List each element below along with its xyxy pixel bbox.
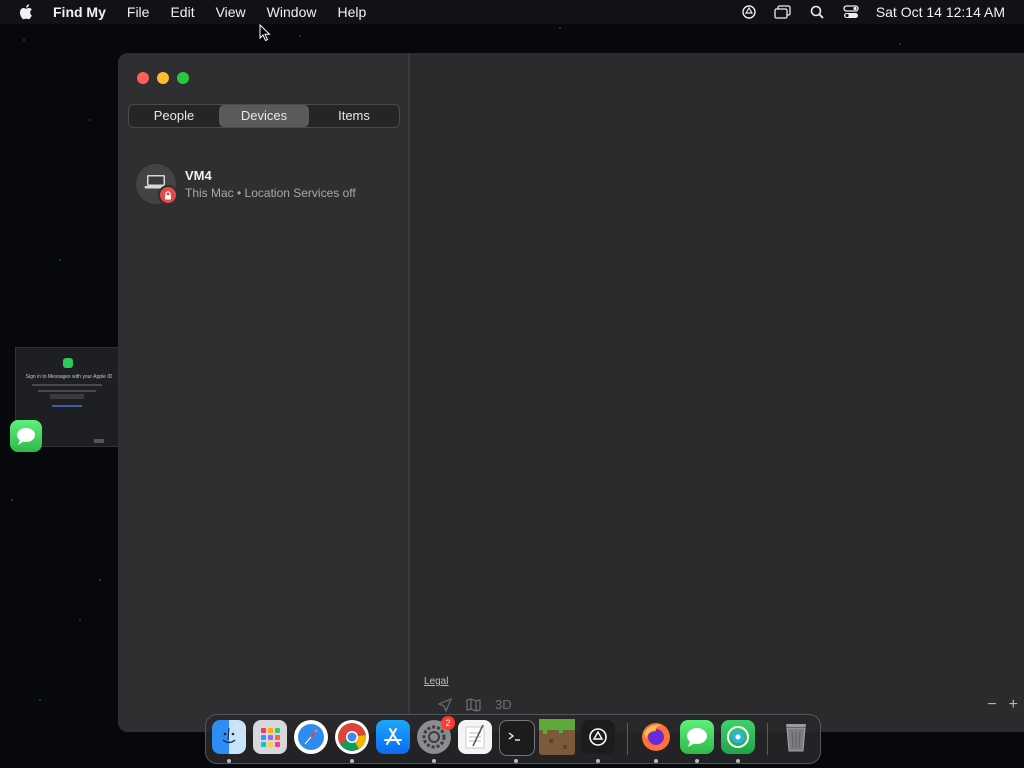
zoom-window-button[interactable] [177,72,189,84]
safari-icon[interactable] [294,720,328,754]
device-list-item[interactable]: VM4 This Mac • Location Services off [136,163,396,205]
thumb-button [94,439,104,443]
thumb-text-line [38,390,96,392]
chrome-running-indicator [350,759,354,763]
tab-devices[interactable]: Devices [219,105,309,127]
messages-dock-icon[interactable] [680,720,714,754]
terminal-icon[interactable] [499,720,535,756]
spotlight-search-icon[interactable] [808,4,826,20]
menu-help[interactable]: Help [337,4,366,20]
tab-people[interactable]: People [129,105,219,127]
system-settings-badge: 2 [441,716,455,730]
menu-file[interactable]: File [127,4,150,20]
chrome-icon[interactable] [335,720,369,754]
terminal-running-indicator [514,759,518,763]
map-controls: 3D [438,697,526,712]
firefox-icon[interactable] [639,720,673,754]
thumb-field [50,394,84,399]
device-status: This Mac • Location Services off [185,186,356,200]
location-arrow-icon[interactable] [438,697,452,712]
zoom-in-button[interactable]: + [1009,696,1018,714]
messages-running-indicator [695,759,699,763]
map-view[interactable]: Legal 3D − + [410,53,1024,732]
chatgpt-status-icon[interactable] [740,4,758,20]
finder-running-indicator [227,759,231,763]
app-name-menu[interactable]: Find My [53,4,106,20]
map-mode-icon[interactable] [466,697,481,712]
apple-menu-icon[interactable] [19,4,35,20]
trash-icon[interactable] [779,720,813,754]
zoom-out-button[interactable]: − [987,696,996,714]
menu-edit[interactable]: Edit [170,4,194,20]
thumb-link [52,405,82,407]
menu-view[interactable]: View [216,4,246,20]
find-my-icon[interactable] [721,720,755,754]
close-window-button[interactable] [137,72,149,84]
chatgpt-running-indicator [596,759,600,763]
legal-link[interactable]: Legal [424,676,448,687]
finder-icon[interactable] [212,720,246,754]
thumb-text-line [32,384,102,386]
system-settings-running-indicator [432,759,436,763]
launchpad-icon[interactable] [253,720,287,754]
textedit-icon[interactable] [458,720,492,754]
screen-mirroring-icon[interactable] [774,4,792,20]
menu-bar-clock[interactable]: Sat Oct 14 12:14 AM [876,4,1005,20]
category-segmented-control: People Devices Items [128,104,400,128]
window-controls [137,72,197,84]
device-avatar [136,164,178,205]
messages-app-icon[interactable] [10,420,42,452]
menu-bar: Find My File Edit View Window Help Sat O… [0,0,1024,24]
minimize-window-button[interactable] [157,72,169,84]
menu-window[interactable]: Window [267,4,317,20]
device-name: VM4 [185,168,212,183]
minecraft-icon[interactable] [539,719,575,755]
find-my-running-indicator [736,759,740,763]
firefox-running-indicator [654,759,658,763]
find-my-window: People Devices Items VM4 This Mac • Loca… [118,53,1024,732]
messages-thumb-icon [63,358,73,368]
system-settings-icon[interactable]: 2 [417,716,455,754]
zoom-controls: − + [975,696,1018,714]
chatgpt-icon[interactable] [581,720,615,754]
dock-separator [767,723,768,755]
3d-button[interactable]: 3D [495,697,512,712]
mouse-cursor-icon [259,23,271,47]
dock: 2 [205,714,821,764]
thumb-title: Sign in to Messages with your Apple ID [25,374,113,380]
control-center-icon[interactable] [842,4,860,20]
tab-items[interactable]: Items [309,105,399,127]
app-store-icon[interactable] [376,720,410,754]
dock-separator [627,723,628,755]
sidebar: People Devices Items VM4 This Mac • Loca… [118,53,410,732]
lock-icon [158,185,178,205]
